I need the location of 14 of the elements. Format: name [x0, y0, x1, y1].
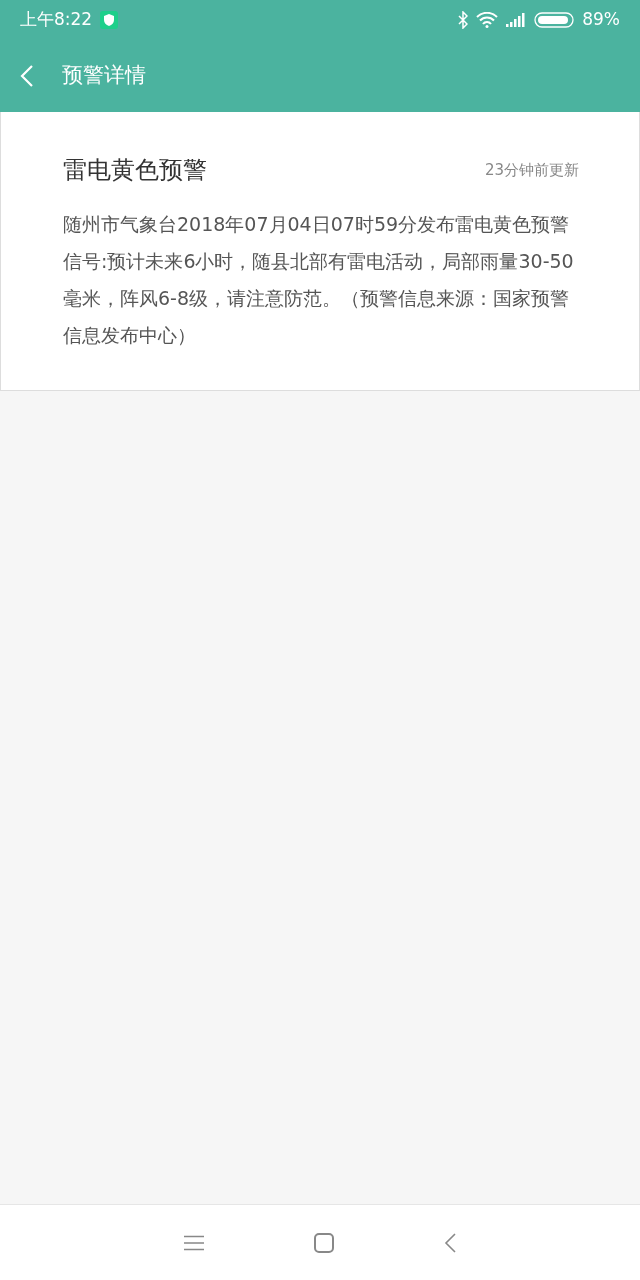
menu-icon[interactable] [184, 1234, 204, 1251]
battery-icon [534, 12, 575, 28]
signal-icon [506, 13, 527, 27]
battery-percentage: 89% [582, 8, 620, 32]
alert-title: 雷电黄色预警 [63, 155, 207, 186]
wifi-icon [476, 12, 499, 28]
bluetooth-icon [458, 11, 469, 29]
shield-icon [100, 11, 119, 29]
page-title: 预警详情 [62, 62, 146, 90]
back-icon[interactable] [444, 1232, 456, 1253]
home-icon[interactable] [314, 1232, 334, 1253]
alert-description: 随州市气象台2018年07月04日07时59分发布雷电黄色预警信号:预计未来6小时，随县北部有雷电活动，局部雨量30-50毫米，阵风6-8级，请注意防范。（预警信息来源：国家预警信息发布中心） [63, 212, 575, 348]
update-time: 23分钟前更新 [484, 159, 579, 181]
status-time: 上午8:22 [20, 8, 93, 32]
